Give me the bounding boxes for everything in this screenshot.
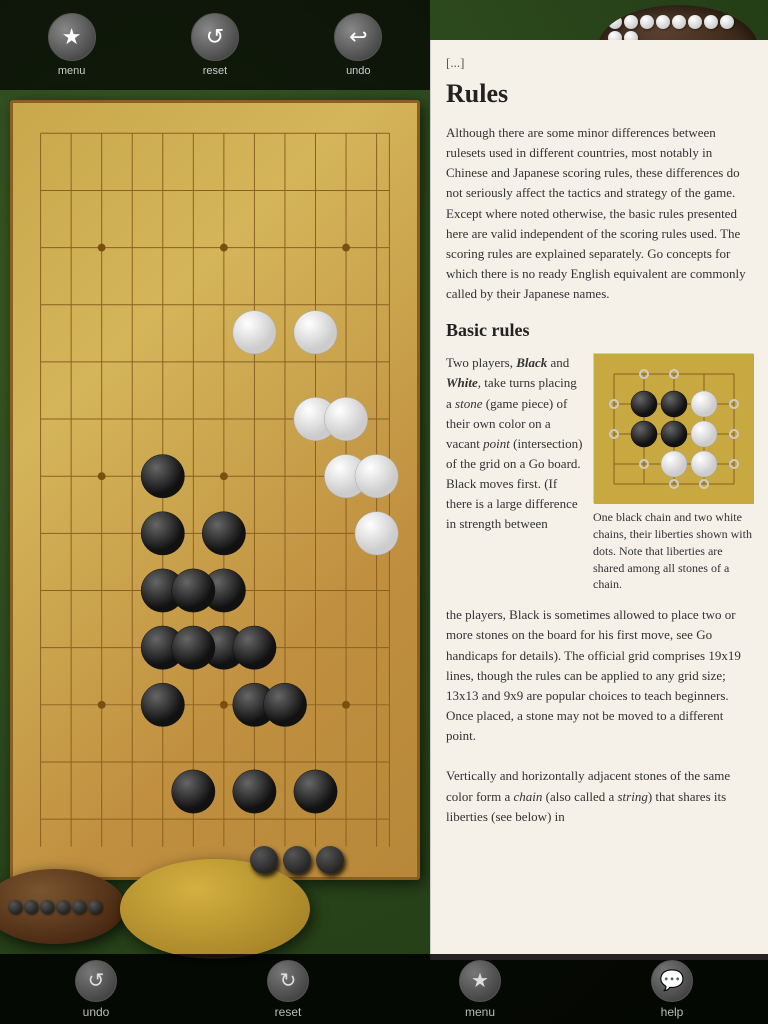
rules-intro: Although there are some minor difference… — [446, 123, 753, 304]
loose-stone — [283, 846, 311, 874]
basic-rules-text: Two players, Black and White, take turns… — [446, 353, 583, 593]
reset-top-label: reset — [203, 65, 227, 77]
bowl-black-stone — [40, 900, 54, 914]
undo-bottom-button[interactable]: ↺ undo — [56, 960, 136, 1019]
basic-rules-title: Basic rules — [446, 320, 753, 341]
help-bottom-button[interactable]: 💬 help — [632, 960, 712, 1019]
bottom-toolbar: ↺ undo ↻ reset ★ menu 💬 help — [0, 954, 768, 1024]
bowl-black-stone — [56, 900, 70, 914]
go-board-container[interactable] — [10, 100, 420, 880]
bowl-stone — [672, 15, 686, 29]
bowl-black-stone — [24, 900, 38, 914]
menu-bottom-icon[interactable]: ★ — [459, 960, 501, 1002]
chain-diagram — [593, 353, 753, 503]
bowl-black-stone — [72, 900, 86, 914]
rules-body-full: the players, Black is sometimes allowed … — [446, 605, 753, 827]
menu-top-button[interactable]: ★ menu — [48, 13, 96, 77]
loose-stone — [316, 846, 344, 874]
undo-top-icon[interactable]: ↩ — [334, 13, 382, 61]
help-bottom-label: help — [661, 1005, 684, 1019]
reset-bottom-label: reset — [275, 1005, 302, 1019]
undo-top-label: undo — [346, 65, 370, 77]
bowl-light — [120, 859, 310, 959]
bowl-dark — [0, 869, 125, 944]
loose-stone — [250, 846, 278, 874]
top-toolbar: ★ menu ↺ reset ↩ undo — [0, 0, 430, 90]
scattered-stones — [250, 846, 344, 874]
chain-caption: One black chain and two white chains, th… — [593, 509, 753, 593]
reset-bottom-icon[interactable]: ↻ — [267, 960, 309, 1002]
reset-top-button[interactable]: ↺ reset — [191, 13, 239, 77]
rules-ellipsis: [...] — [446, 55, 753, 71]
menu-bottom-button[interactable]: ★ menu — [440, 960, 520, 1019]
board-grid — [13, 103, 417, 877]
bowl-bottom-left — [0, 869, 135, 959]
bowl-stone — [640, 15, 654, 29]
rules-panel[interactable]: [...] Rules Although there are some mino… — [430, 40, 768, 960]
chain-diagram-wrapper: One black chain and two white chains, th… — [593, 353, 753, 593]
reset-top-icon[interactable]: ↺ — [191, 13, 239, 61]
reset-bottom-button[interactable]: ↻ reset — [248, 960, 328, 1019]
bowl-stone — [624, 15, 638, 29]
bowl-stone — [720, 15, 734, 29]
help-bottom-icon[interactable]: 💬 — [651, 960, 693, 1002]
undo-top-button[interactable]: ↩ undo — [334, 13, 382, 77]
menu-bottom-label: menu — [465, 1005, 495, 1019]
bowl-black-stone — [88, 900, 102, 914]
menu-top-label: menu — [58, 65, 86, 77]
bowl-stone — [704, 15, 718, 29]
basic-rules-content: Two players, Black and White, take turns… — [446, 353, 753, 593]
menu-top-icon[interactable]: ★ — [48, 13, 96, 61]
go-board[interactable] — [10, 100, 420, 880]
undo-bottom-icon[interactable]: ↺ — [75, 960, 117, 1002]
rules-title: Rules — [446, 79, 753, 109]
bowl-bottom-center — [120, 859, 320, 969]
undo-bottom-label: undo — [83, 1005, 110, 1019]
bowl-black-stone — [8, 900, 22, 914]
bowl-stone — [656, 15, 670, 29]
bowl-stone — [688, 15, 702, 29]
